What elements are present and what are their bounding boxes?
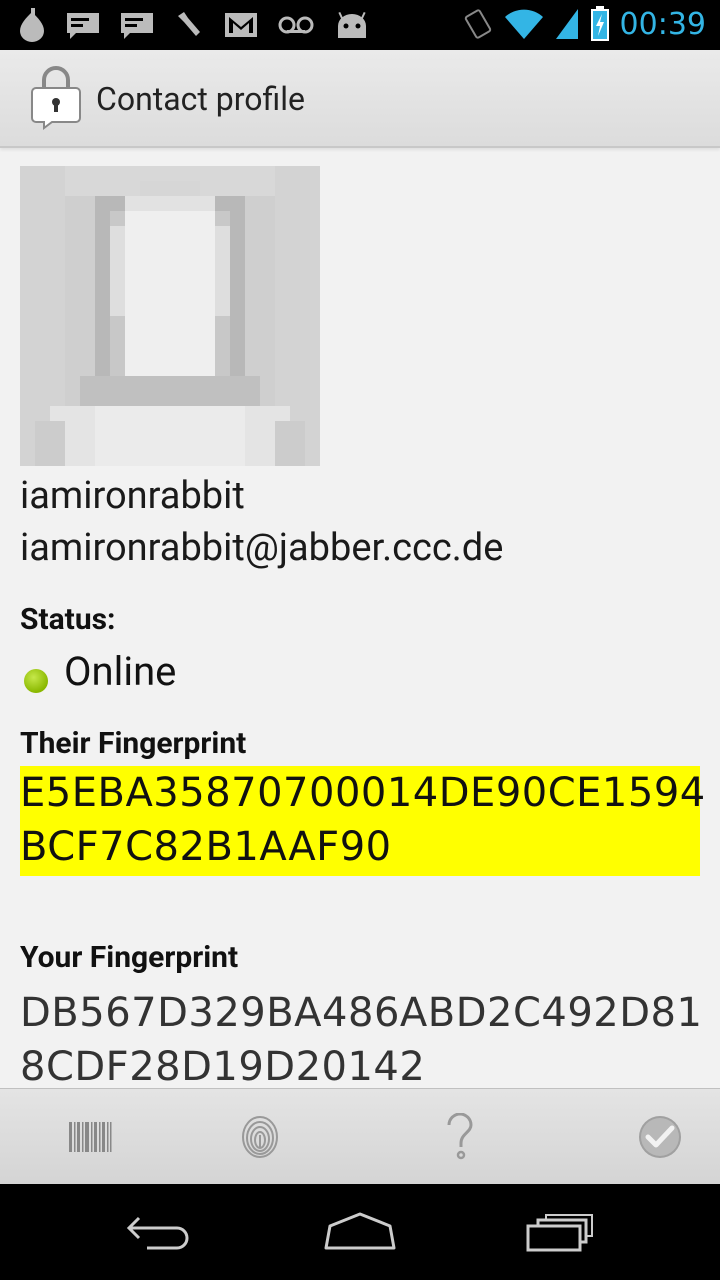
notification-drop-icon: [20, 8, 44, 42]
their-fingerprint: E5EBA35870700014DE90CE1594 BCF7C82B1AAF9…: [20, 766, 705, 876]
android-icon: [338, 11, 366, 38]
verify-check-icon: [639, 1116, 681, 1158]
page-title: Contact profile: [96, 80, 306, 118]
contact-profile-content[interactable]: iamironrabbit iamironrabbit@jabber.ccc.d…: [0, 148, 720, 1088]
contact-nickname: iamironrabbit: [20, 474, 245, 518]
status-value: Online: [64, 648, 177, 695]
back-icon: [126, 1216, 189, 1250]
help-icon: [447, 1113, 473, 1160]
fingerprint-icon: [242, 1116, 278, 1158]
system-icons: 00:39: [462, 6, 706, 42]
message-icon: [67, 13, 99, 39]
gmail-icon: [225, 13, 257, 37]
notification-icons: [18, 8, 370, 42]
bottom-toolbar: [0, 1088, 720, 1185]
verify-button[interactable]: [570, 1089, 720, 1185]
action-bar: Contact profile: [0, 50, 720, 148]
message-icon: [121, 13, 153, 39]
home-icon: [324, 1212, 396, 1250]
navigation-bar: [0, 1184, 720, 1280]
your-fingerprint-label: Your Fingerprint: [20, 940, 239, 975]
wifi-icon: [504, 9, 543, 39]
signal-icon: [555, 9, 578, 39]
voicemail-icon: [278, 16, 314, 34]
home-button[interactable]: [280, 1184, 440, 1280]
battery-charging-icon: [590, 6, 609, 41]
status-row: Online: [20, 648, 176, 695]
avatar: [20, 166, 320, 466]
recent-apps-icon: [526, 1214, 593, 1252]
rotate-icon: [464, 9, 491, 39]
contact-jid: iamironrabbit@jabber.ccc.de: [20, 526, 504, 570]
back-button[interactable]: [80, 1184, 240, 1280]
their-fingerprint-label: Their Fingerprint: [20, 726, 247, 761]
tool-icon: [178, 12, 200, 36]
help-button[interactable]: [370, 1089, 550, 1185]
online-status-icon: [24, 668, 48, 693]
clock: 00:39: [619, 6, 706, 42]
recent-apps-button[interactable]: [480, 1184, 640, 1280]
status-label: Status:: [20, 602, 116, 637]
barcode-icon: [69, 1122, 112, 1152]
scan-barcode-button[interactable]: [0, 1089, 180, 1185]
fingerprint-button[interactable]: [170, 1089, 350, 1185]
lock-chat-icon[interactable]: [30, 66, 82, 130]
your-fingerprint: DB567D329BA486ABD2C492D81 8CDF28D19D2014…: [20, 990, 703, 1088]
status-bar: 00:39: [0, 0, 720, 50]
